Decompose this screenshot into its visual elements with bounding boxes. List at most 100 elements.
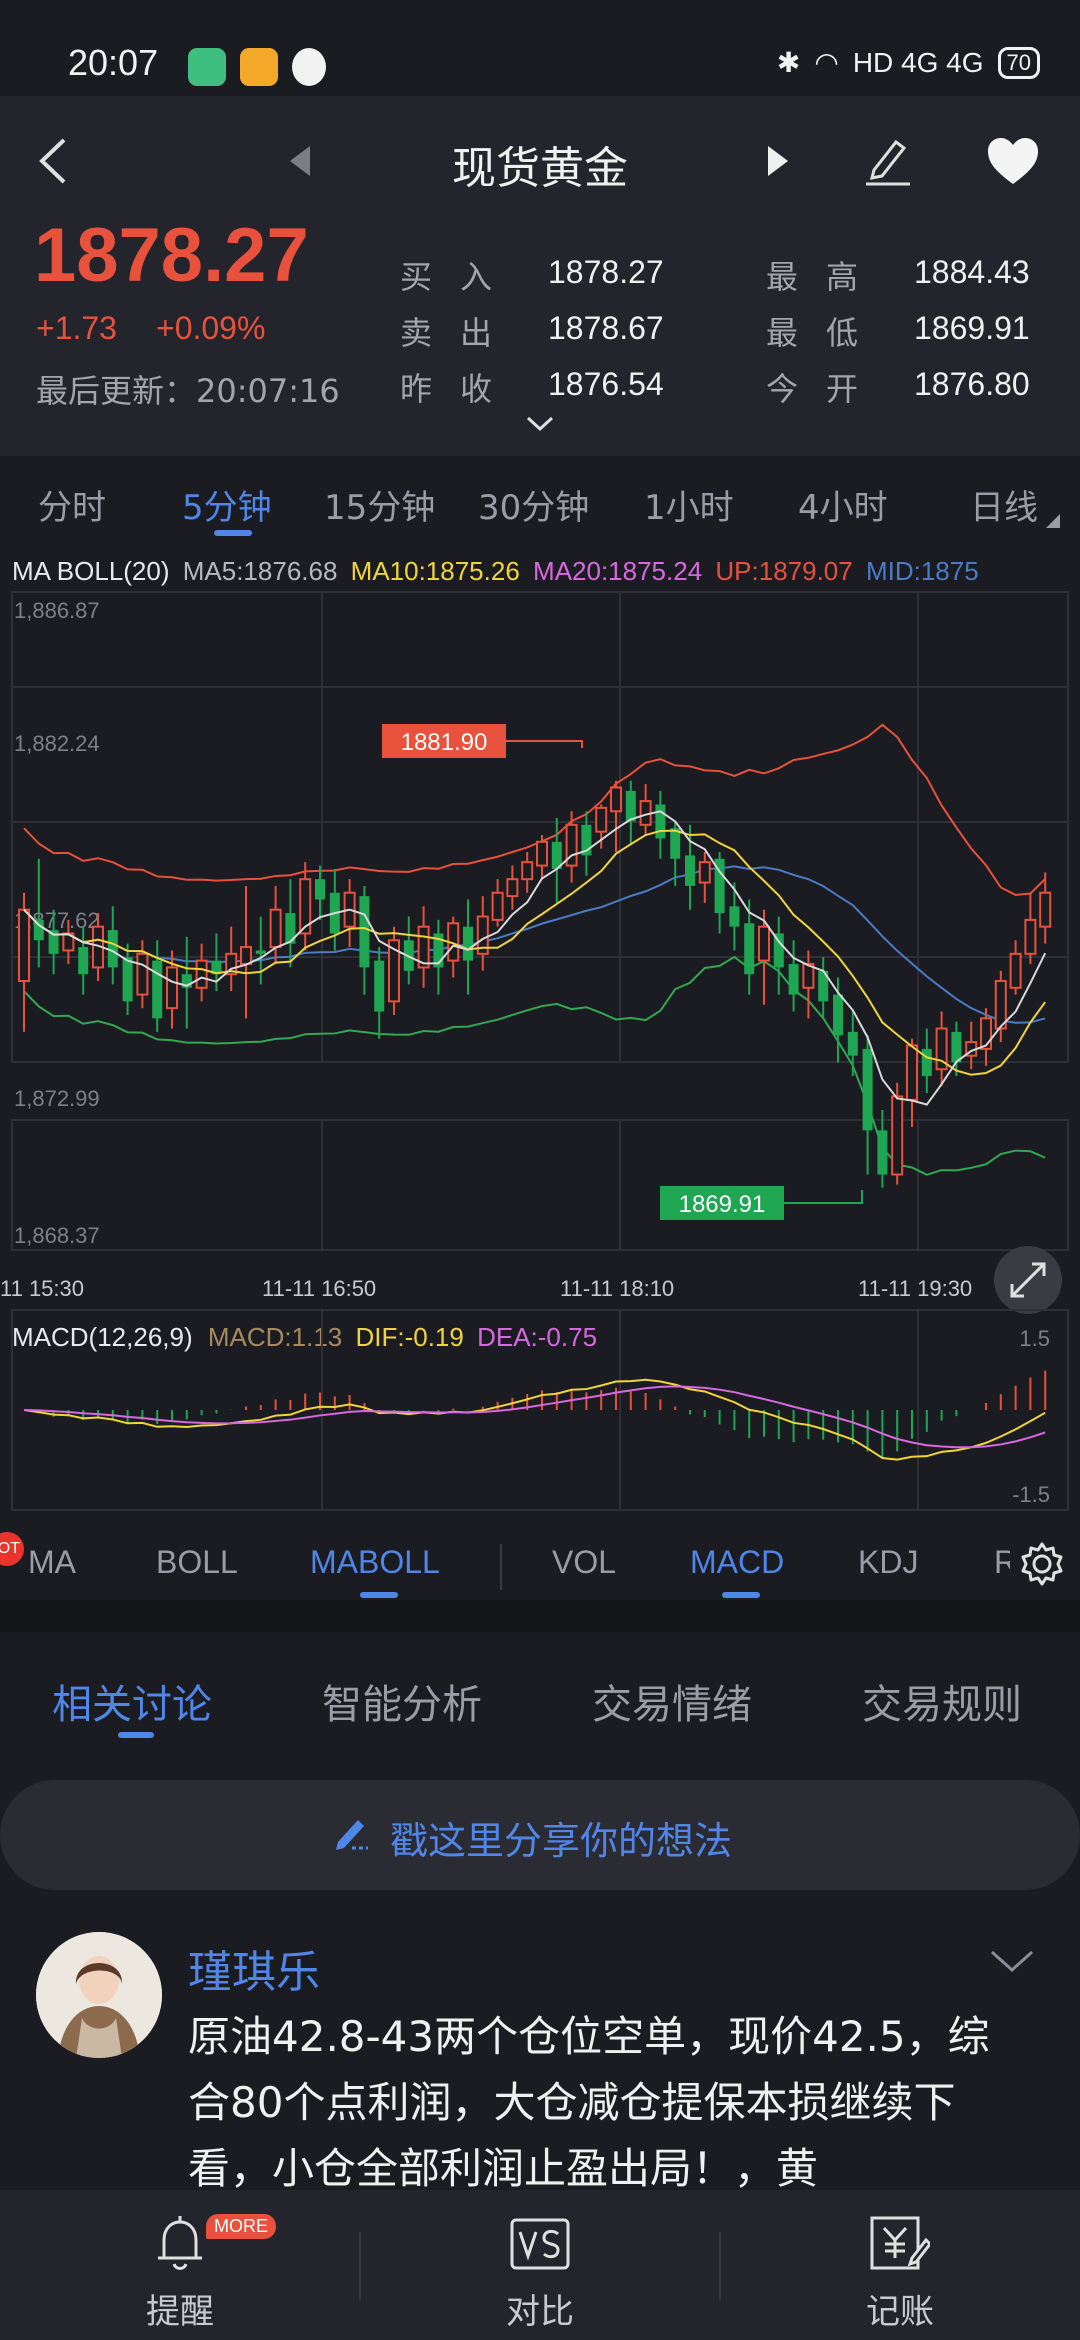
edit-icon[interactable]	[862, 134, 914, 186]
indicator-macd[interactable]: MACD	[690, 1544, 784, 1581]
price-change-pct: +0.09%	[156, 310, 266, 346]
section-separator	[0, 1600, 1080, 1632]
x-tick-label: 11-11 16:50	[262, 1276, 376, 1301]
candle-body	[491, 891, 504, 921]
candle-body	[195, 959, 208, 989]
price-change: +1.73	[36, 310, 117, 346]
candle-body	[685, 855, 695, 886]
low-label: 最低	[766, 314, 887, 352]
candle-body	[877, 1130, 888, 1175]
period-tab-1h[interactable]: 1小时	[644, 480, 734, 529]
candle-body	[255, 950, 266, 954]
open-value: 1876.80	[914, 366, 1030, 402]
nav-alert-label: 提醒	[146, 2292, 214, 2332]
candle-body	[670, 828, 681, 859]
candle-body	[788, 964, 799, 995]
candle-body	[521, 861, 534, 881]
chevron-down-icon[interactable]	[990, 1950, 1034, 1974]
app-notification-icon	[188, 48, 226, 86]
period-tab-daily[interactable]: 日线	[970, 480, 1038, 529]
wifi-icon: ◠	[814, 47, 839, 78]
next-instrument-icon[interactable]	[766, 146, 788, 176]
avatar[interactable]	[36, 1932, 162, 2058]
last-update-time: 最后更新：20:07:16	[36, 372, 340, 410]
period-tab-5min[interactable]: 5分钟	[182, 480, 272, 529]
tab-smart-analysis[interactable]: 智能分析	[322, 1672, 482, 1730]
nav-ledger[interactable]: 记账	[720, 2190, 1080, 2340]
high-marker-label: 1881.90	[401, 729, 488, 756]
post-body[interactable]: 原油42.8-43两个仓位空单，现价42.5，综合80个点利润，大仓减仓提保本损…	[188, 2004, 1028, 2202]
period-tab-4h[interactable]: 4小时	[798, 480, 888, 529]
prev-close-value: 1876.54	[548, 366, 664, 402]
share-thought-input[interactable]: 戳这里分享你的想法	[0, 1780, 1080, 1890]
candle-body	[610, 786, 622, 813]
fullscreen-icon[interactable]	[994, 1246, 1062, 1314]
candle-body	[240, 946, 252, 966]
indicator-more[interactable]: R	[994, 1544, 1010, 1581]
nav-compare-label: 对比	[506, 2292, 574, 2332]
high-value: 1884.43	[914, 254, 1030, 290]
candle-body	[862, 1048, 873, 1131]
favorite-heart-icon[interactable]	[986, 136, 1040, 186]
candle-body	[655, 804, 666, 839]
period-tab-15min[interactable]: 15分钟	[324, 480, 435, 529]
expand-chevron-icon[interactable]	[526, 416, 554, 432]
content-tabs: 相关讨论 智能分析 交易情绪 交易规则	[0, 1632, 1080, 1742]
candle-body	[847, 1031, 858, 1056]
svg-text:MACD(12,26,9) MACD:1.13: MACD(12,26,9) MACD:1.13 DIF:-0.19 DEA:-0…	[12, 1322, 597, 1352]
candle-body	[18, 908, 30, 982]
candle-body	[536, 840, 548, 867]
settings-gear-icon[interactable]	[1018, 1540, 1066, 1588]
last-price: 1878.27	[34, 213, 309, 298]
period-more-icon[interactable]	[1046, 514, 1060, 528]
share-placeholder: 戳这里分享你的想法	[390, 1819, 733, 1863]
candle-body	[463, 926, 473, 961]
candle-body	[78, 947, 89, 975]
indicator-vol[interactable]: VOL	[552, 1544, 616, 1581]
indicator-ma[interactable]: MA	[28, 1544, 76, 1581]
kline-chart[interactable]: MA BOLL(20) MA5:1876.68 MA10:1875.26 MA2…	[0, 540, 1080, 1595]
ma10-legend: MA10:1875.26	[351, 556, 520, 586]
macd-bottom-tick: -1.5	[1012, 1482, 1050, 1507]
tab-trade-rules[interactable]: 交易规则	[862, 1672, 1022, 1730]
nav-alert[interactable]: MORE 提醒	[0, 2190, 360, 2340]
candle-body	[33, 919, 44, 941]
indicator-maboll[interactable]: MABOLL	[310, 1544, 440, 1581]
x-tick-label: 11 15:30	[0, 1276, 84, 1301]
prev-close-label: 昨收	[400, 370, 521, 408]
indicator-kdj[interactable]: KDJ	[858, 1544, 918, 1581]
ma20-legend: MA20:1875.24	[533, 556, 702, 586]
candle-body	[595, 806, 608, 833]
boll-legend-name: MA BOLL(20)	[12, 556, 170, 586]
candle-body	[833, 994, 843, 1036]
bell-icon	[158, 2216, 202, 2270]
tab-discussion[interactable]: 相关讨论	[52, 1672, 212, 1730]
wechat-icon	[292, 48, 326, 86]
vs-compare-icon	[510, 2218, 570, 2270]
period-tab-intraday[interactable]: 分时	[38, 480, 106, 529]
nav-compare[interactable]: 对比	[360, 2190, 720, 2340]
candle-body	[906, 1044, 918, 1101]
tab-trade-sentiment[interactable]: 交易情绪	[592, 1672, 752, 1730]
battery-icon: 70	[997, 46, 1040, 79]
y-tick-label: 1,868.37	[14, 1223, 100, 1248]
candle-body	[1009, 952, 1022, 989]
sell-label: 卖出	[400, 314, 521, 352]
candle-body	[152, 960, 163, 1019]
candle-body	[891, 1095, 904, 1176]
candle-body	[506, 878, 519, 898]
x-tick-label: 11-11 19:30	[858, 1276, 972, 1301]
buy-value: 1878.27	[548, 254, 664, 290]
ma5-legend: MA5:1876.68	[183, 556, 338, 586]
candle-body	[729, 906, 740, 927]
period-tab-30min[interactable]: 30分钟	[478, 480, 589, 529]
dif-legend: DIF:-0.19	[355, 1322, 463, 1352]
y-tick-label: 1,872.99	[14, 1086, 100, 1111]
candle-body	[994, 979, 1007, 1030]
post-author[interactable]: 瑾琪乐	[188, 1936, 320, 2000]
candle-body	[951, 1031, 962, 1063]
period-active-indicator	[214, 530, 252, 536]
indicator-boll[interactable]: BOLL	[156, 1544, 238, 1581]
candle-body	[122, 957, 133, 1002]
candle-body	[374, 960, 385, 1012]
